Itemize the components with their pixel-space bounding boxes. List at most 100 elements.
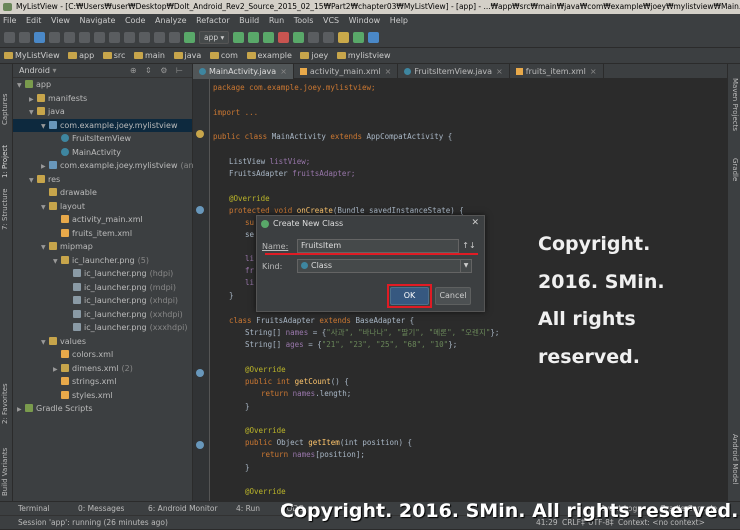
breadcrumb-item[interactable]: src xyxy=(102,51,125,60)
tree-item[interactable]: ▶ Gradle Scripts xyxy=(13,402,192,416)
attach-debugger-icon[interactable] xyxy=(263,32,275,43)
structure-tab[interactable]: 7: Structure xyxy=(1,180,12,230)
avd-manager-icon[interactable] xyxy=(308,32,320,43)
breadcrumb-item[interactable]: main xyxy=(134,51,165,60)
maven-projects-tab[interactable]: Maven Projects xyxy=(728,78,739,148)
build-variants-tab[interactable]: Build Variants xyxy=(1,436,12,496)
tree-item[interactable]: ▼ ic_launcher.png (5) xyxy=(13,254,192,268)
tree-item[interactable]: ic_launcher.png (xhdpi) xyxy=(13,294,192,308)
chevron-down-icon[interactable]: ▼ xyxy=(17,79,25,93)
menu-edit[interactable]: Edit xyxy=(26,16,42,25)
terminal-tab[interactable]: Terminal xyxy=(18,502,50,516)
tree-item[interactable]: ▼ java xyxy=(13,105,192,119)
tree-item[interactable]: styles.xml xyxy=(13,389,192,403)
sync-icon[interactable] xyxy=(34,32,45,43)
chevron-down-icon[interactable]: ▼ xyxy=(29,174,37,188)
tab-fruitsitemview-java[interactable]: FruitsItemView.java × xyxy=(398,64,510,79)
tree-item[interactable]: ▼ com.example.joey.mylistview xyxy=(13,118,192,134)
menu-refactor[interactable]: Refactor xyxy=(196,16,230,25)
run-config-select[interactable]: app ▾ xyxy=(199,31,230,44)
override-marker-icon[interactable] xyxy=(196,441,204,449)
open-folder-icon[interactable] xyxy=(4,32,15,43)
tree-item[interactable]: ▼ res xyxy=(13,173,192,187)
replace-icon[interactable] xyxy=(139,32,150,43)
breadcrumb-item[interactable]: app xyxy=(68,51,94,60)
make-project-icon[interactable] xyxy=(184,32,195,43)
chevron-down-icon[interactable]: ▼ xyxy=(41,241,49,255)
breadcrumb-item[interactable]: java xyxy=(173,51,201,60)
tab-fruits-item-xml[interactable]: fruits_item.xml × xyxy=(510,64,604,79)
tree-item[interactable]: ▼ app xyxy=(13,78,192,92)
breadcrumb-item[interactable]: MyListView xyxy=(4,51,60,60)
kind-select[interactable]: Class ▼ xyxy=(297,259,472,273)
chevron-right-icon[interactable]: ▶ xyxy=(41,160,49,174)
sort-arrows-icon[interactable]: ↑↓ xyxy=(461,239,477,253)
tree-item[interactable]: ▶com.example.joey.mylistview(andro xyxy=(13,159,207,174)
chevron-right-icon[interactable]: ▶ xyxy=(17,403,25,417)
menu-run[interactable]: Run xyxy=(269,16,284,25)
tree-item[interactable]: MainActivity xyxy=(13,146,192,160)
android-icon[interactable] xyxy=(353,32,365,43)
override-marker-icon[interactable] xyxy=(196,369,204,377)
chevron-down-icon[interactable]: ▾ xyxy=(52,66,56,75)
menu-view[interactable]: View xyxy=(51,16,70,25)
back-icon[interactable] xyxy=(154,32,165,43)
project-tab[interactable]: 1: Project xyxy=(1,130,12,178)
close-icon[interactable]: × xyxy=(496,67,503,76)
paste-icon[interactable] xyxy=(109,32,120,43)
chevron-down-icon[interactable]: ▼ xyxy=(460,260,471,272)
chevron-down-icon[interactable]: ▼ xyxy=(41,120,49,134)
stop-icon[interactable] xyxy=(278,32,290,43)
tree-item[interactable]: drawable xyxy=(13,186,192,200)
favorites-tab[interactable]: 2: Favorites xyxy=(1,374,12,424)
chevron-right-icon[interactable]: ▶ xyxy=(29,93,37,107)
tree-item[interactable]: ▼ mipmap xyxy=(13,240,192,254)
help-icon[interactable] xyxy=(368,32,380,43)
redo-icon[interactable] xyxy=(64,32,75,43)
menu-vcs[interactable]: VCS xyxy=(323,16,339,25)
menu-analyze[interactable]: Analyze xyxy=(155,16,187,25)
tree-item[interactable]: ic_launcher.png (mdpi) xyxy=(13,281,192,295)
chevron-down-icon[interactable]: ▼ xyxy=(41,336,49,350)
tree-item[interactable]: activity_main.xml xyxy=(13,213,192,227)
tree-item[interactable]: strings.xml xyxy=(13,375,192,389)
tab-activity-main-xml[interactable]: activity_main.xml × xyxy=(294,64,399,79)
tab-mainactivity-java[interactable]: MainActivity.java × xyxy=(193,64,294,79)
undo-icon[interactable] xyxy=(49,32,60,43)
find-icon[interactable] xyxy=(124,32,135,43)
run-icon[interactable] xyxy=(233,32,245,43)
close-icon[interactable]: × xyxy=(590,67,597,76)
tree-item[interactable]: ic_launcher.png (hdpi) xyxy=(13,267,192,281)
override-marker-icon[interactable] xyxy=(196,130,204,138)
tree-item[interactable]: ▶ manifests xyxy=(13,92,192,106)
project-view-select[interactable]: Android xyxy=(19,66,50,75)
menu-window[interactable]: Window xyxy=(349,16,381,25)
tree-item[interactable]: ▶ dimens.xml (2) xyxy=(13,362,192,376)
class-name-input[interactable]: FruitsItem xyxy=(297,239,459,253)
close-icon[interactable]: × xyxy=(385,67,392,76)
breadcrumb-item[interactable]: example xyxy=(246,51,292,60)
tree-item[interactable]: FruitsItemView xyxy=(13,132,192,146)
breadcrumb-item[interactable]: mylistview xyxy=(336,51,391,60)
cancel-button[interactable]: Cancel xyxy=(435,287,471,305)
tree-item[interactable]: fruits_item.xml xyxy=(13,227,192,241)
forward-icon[interactable] xyxy=(169,32,180,43)
menu-help[interactable]: Help xyxy=(390,16,408,25)
chevron-down-icon[interactable]: ▼ xyxy=(41,201,49,215)
breadcrumb-item[interactable]: com xyxy=(209,51,238,60)
messages-tab[interactable]: 0: Messages xyxy=(78,502,124,516)
chevron-right-icon[interactable]: ▶ xyxy=(53,363,61,377)
tree-item[interactable]: ic_launcher.png (xxxhdpi) xyxy=(13,321,192,335)
menu-file[interactable]: File xyxy=(3,16,16,25)
tree-item[interactable]: ic_launcher.png (xxhdpi) xyxy=(13,308,192,322)
gradle-tab[interactable]: Gradle xyxy=(728,158,739,188)
menu-code[interactable]: Code xyxy=(125,16,145,25)
chevron-down-icon[interactable]: ▼ xyxy=(53,255,61,269)
close-icon[interactable]: × xyxy=(280,67,287,76)
menu-tools[interactable]: Tools xyxy=(294,16,314,25)
close-icon[interactable]: ✕ xyxy=(471,216,479,231)
breadcrumb-item[interactable]: joey xyxy=(300,51,328,60)
tree-item[interactable]: ▼ values xyxy=(13,335,192,349)
android-model-tab[interactable]: Android Model xyxy=(728,434,739,496)
android-monitor-tab[interactable]: 6: Android Monitor xyxy=(148,502,218,516)
